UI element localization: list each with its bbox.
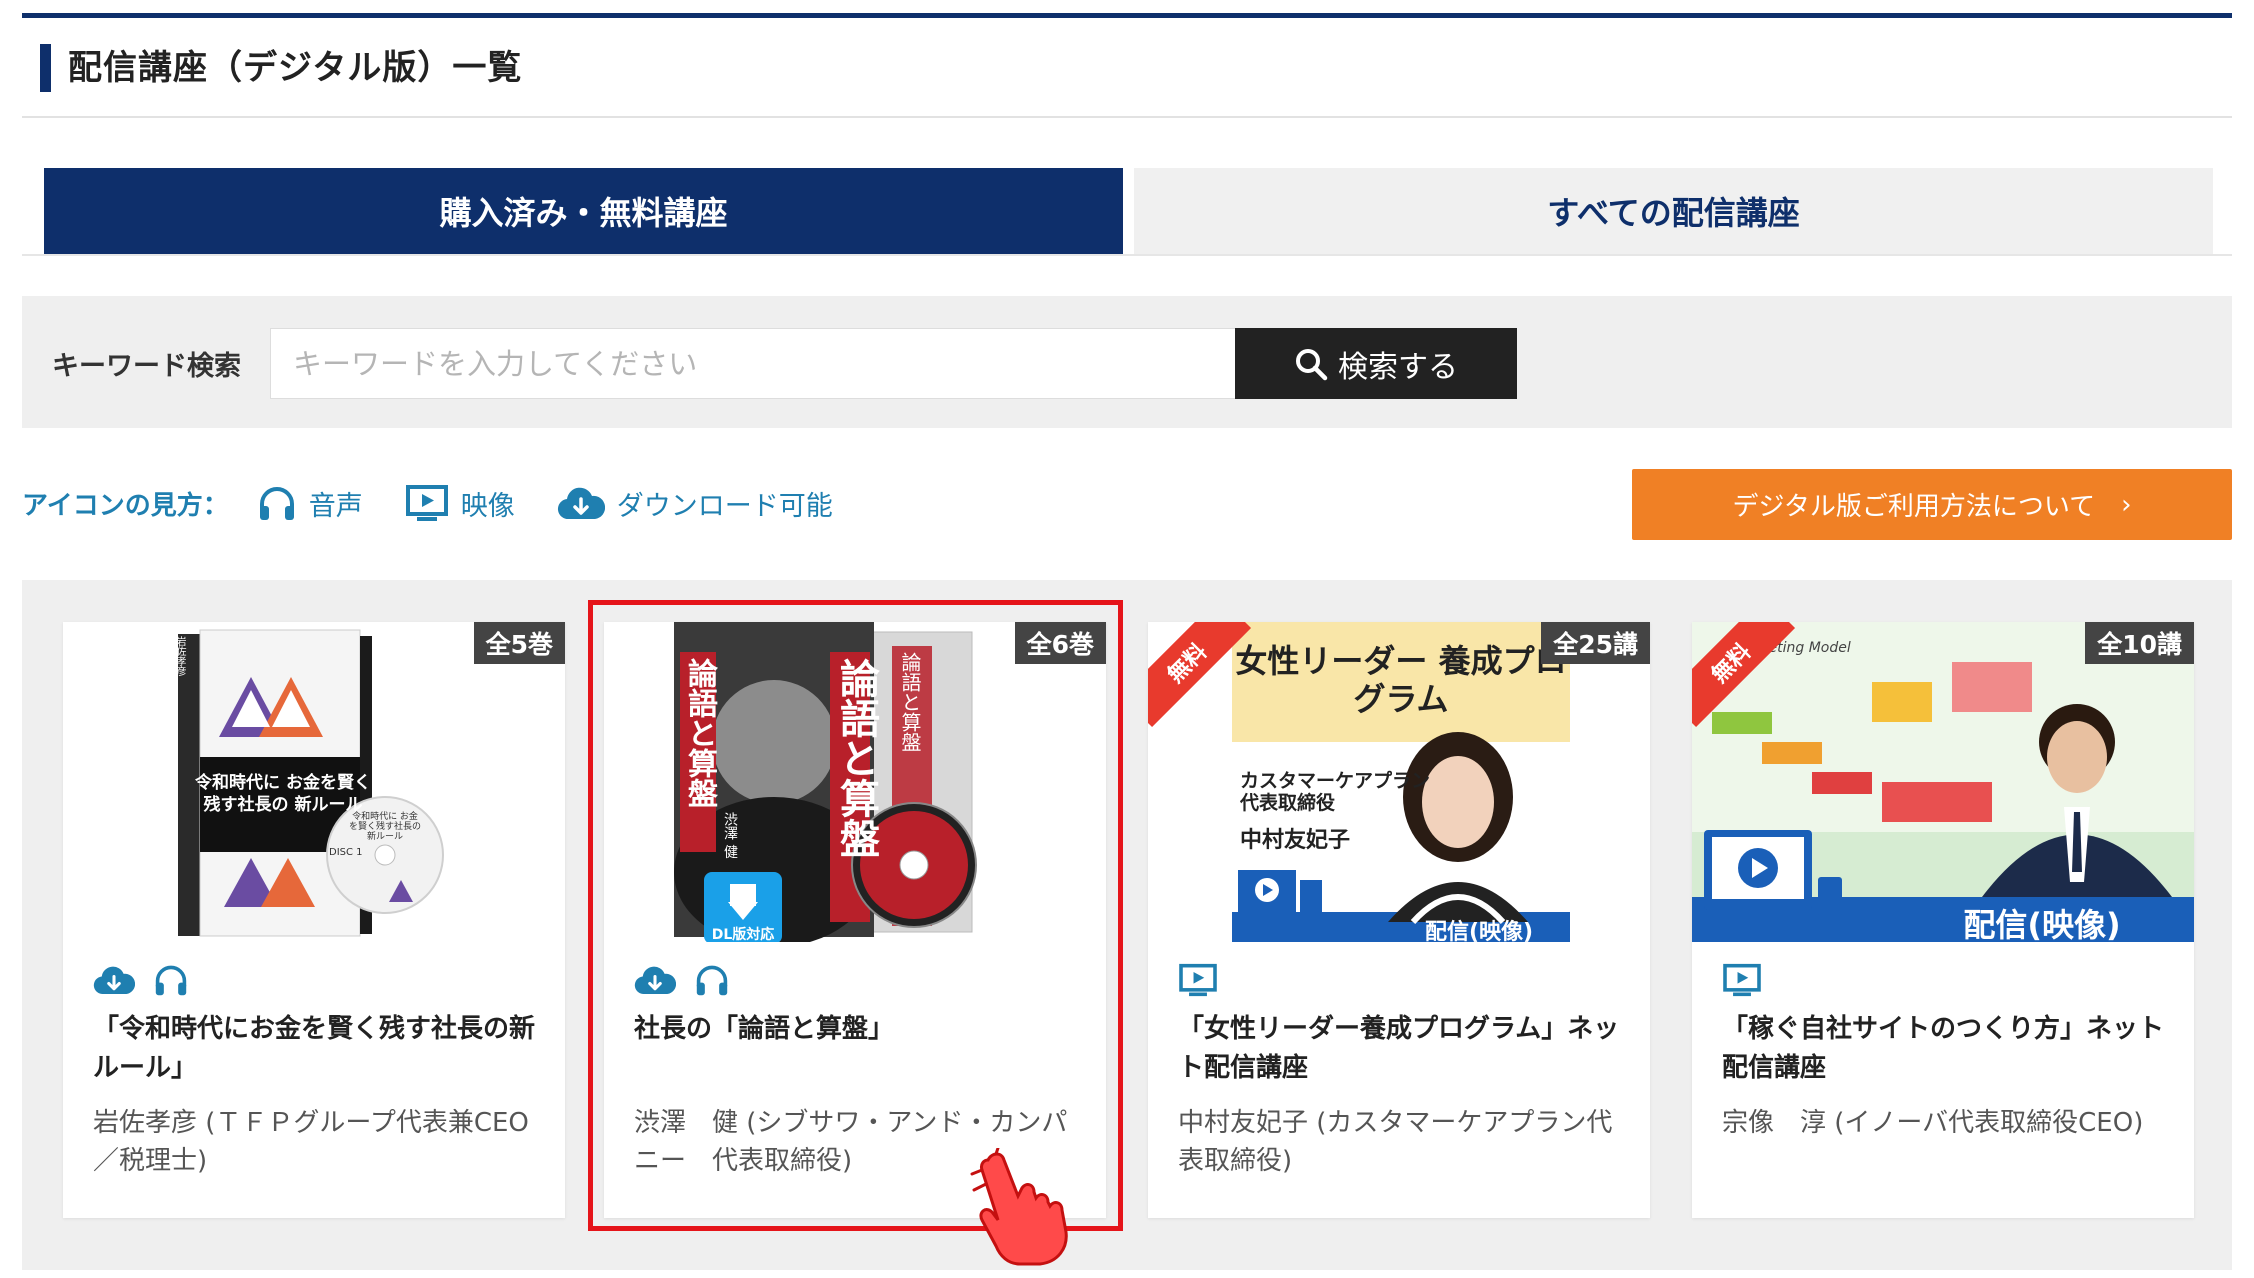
course-author: 宗像 淳 (イノーバ代表取締役CEO) bbox=[1722, 1108, 2144, 1138]
video-icon bbox=[1179, 963, 1217, 997]
highlight-frame bbox=[588, 600, 1123, 1231]
legend-item-download: ダウンロード可能 bbox=[557, 484, 833, 523]
video-icon bbox=[405, 485, 448, 521]
search-button[interactable]: 検索する bbox=[1235, 328, 1517, 399]
media-icons bbox=[1178, 960, 1218, 1000]
pointing-hand-icon bbox=[970, 1148, 1068, 1266]
icon-legend: アイコンの見方： 音声 映像 ダウンロード可能 bbox=[22, 468, 875, 538]
course-title: 「稼ぐ自社サイトのつくり方」ネット配信講座 bbox=[1722, 1014, 2165, 1083]
tab-bar: 購入済み・無料講座 すべての配信講座 bbox=[22, 168, 2232, 256]
course-card[interactable]: 令和時代に お金を賢く残す社長の 新ルール 岩佐孝彦 令和時代に お金を賢く残す… bbox=[63, 622, 565, 1218]
guide-button-label: デジタル版ご利用方法について bbox=[1732, 492, 2096, 522]
cloud-download-icon bbox=[557, 487, 605, 520]
disc-label: DISC 1 bbox=[329, 847, 363, 858]
digital-guide-button[interactable]: デジタル版ご利用方法について › bbox=[1632, 469, 2232, 540]
chevron-right-icon: › bbox=[2121, 489, 2132, 520]
search-icon bbox=[1296, 348, 1328, 380]
title-accent-bar bbox=[40, 44, 51, 92]
banner-company: カスタマーケアプラン 代表取締役 bbox=[1240, 770, 1431, 814]
course-thumbnail: 令和時代に お金を賢く残す社長の 新ルール 岩佐孝彦 令和時代に お金を賢く残す… bbox=[63, 622, 565, 942]
search-button-label: 検索する bbox=[1338, 349, 1458, 385]
media-icons bbox=[1722, 960, 1762, 1000]
course-author: 岩佐孝彦 (ＴＦＰグループ代表兼CEO／税理士) bbox=[93, 1108, 529, 1176]
search-panel: キーワード検索 検索する bbox=[22, 296, 2232, 428]
search-input[interactable] bbox=[270, 328, 1236, 399]
course-thumbnail: Marketing Model 配信(映像) 無料 全10講 bbox=[1692, 622, 2194, 942]
course-title: 「女性リーダー養成プログラム」ネット配信講座 bbox=[1178, 1014, 1620, 1083]
box-spine-text: 岩佐孝彦 bbox=[174, 636, 185, 676]
legend-label-download: ダウンロード可能 bbox=[616, 490, 833, 522]
media-icons bbox=[93, 960, 189, 1000]
box-title-text: 令和時代に お金を賢く残す社長の 新ルール bbox=[195, 773, 371, 815]
banner-headline: 女性リーダー 養成プログラム bbox=[1235, 642, 1567, 718]
page-title: 配信講座（デジタル版）一覧 bbox=[68, 48, 523, 88]
banner-stream-label: 配信(映像) bbox=[1424, 920, 1534, 942]
headphones-icon bbox=[155, 965, 187, 996]
legend-label-video: 映像 bbox=[460, 490, 515, 522]
tab-all-courses[interactable]: すべての配信講座 bbox=[1134, 168, 2213, 254]
lecture-count-badge: 全10講 bbox=[2085, 622, 2194, 664]
legend-title: アイコンの見方： bbox=[22, 490, 229, 521]
disc-title-text: 令和時代に お金を賢く残す社長の 新ルール bbox=[349, 812, 422, 842]
course-card[interactable]: Marketing Model 配信(映像) 無料 全10講 「稼ぐ自社サイトの… bbox=[1692, 622, 2194, 1218]
banner-stream-label: 配信(映像) bbox=[1963, 906, 2121, 942]
course-thumbnail: 女性リーダー 養成プログラム カスタマーケアプラン 代表取締役 中村友妃子 配信… bbox=[1148, 622, 1650, 942]
search-label: キーワード検索 bbox=[52, 351, 241, 382]
course-author: 中村友妃子 (カスタマーケアプラン代表取締役) bbox=[1178, 1108, 1613, 1176]
legend-label-audio: 音声 bbox=[308, 490, 363, 522]
legend-item-video: 映像 bbox=[405, 484, 515, 523]
video-icon bbox=[1723, 963, 1761, 997]
course-card[interactable]: 女性リーダー 養成プログラム カスタマーケアプラン 代表取締役 中村友妃子 配信… bbox=[1148, 622, 1650, 1218]
course-banner-image bbox=[1692, 622, 2194, 942]
course-title: 「令和時代にお金を賢く残す社長の新ルール」 bbox=[93, 1014, 536, 1083]
headphones-icon bbox=[259, 487, 294, 520]
page-header: 配信講座（デジタル版）一覧 bbox=[22, 18, 2232, 118]
volume-count-badge: 全5巻 bbox=[473, 622, 565, 664]
cloud-download-icon bbox=[93, 966, 135, 995]
tab-purchased-free[interactable]: 購入済み・無料講座 bbox=[44, 168, 1123, 254]
lecture-count-badge: 全25講 bbox=[1541, 622, 1650, 664]
legend-item-audio: 音声 bbox=[257, 484, 363, 523]
banner-name: 中村友妃子 bbox=[1240, 828, 1351, 853]
